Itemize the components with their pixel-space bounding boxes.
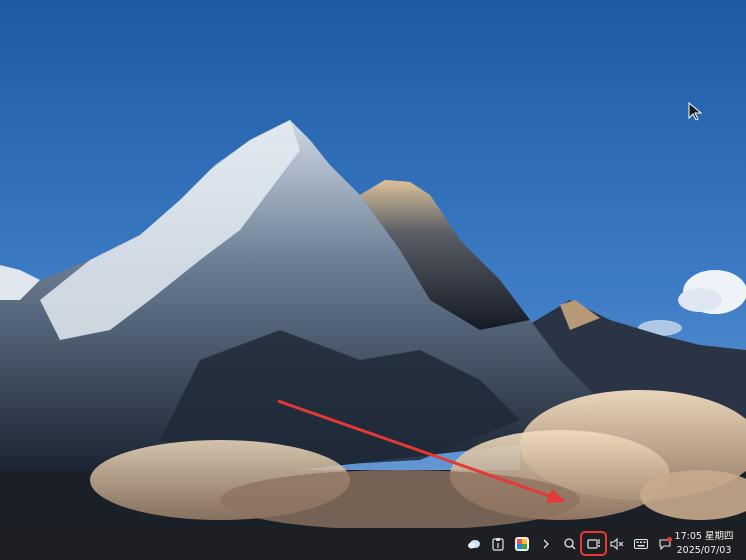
notification-icon[interactable] [655,534,675,554]
app-store-icon[interactable] [512,534,532,554]
desktop[interactable] [0,0,746,528]
taskbar: 17:05 星期四 2025/07/03 [0,528,746,560]
mountain-wallpaper [0,0,746,528]
clipboard-icon[interactable] [488,534,508,554]
notification-badge [667,537,672,542]
mouse-cursor-icon [688,102,703,121]
clock-time-day: 17:05 星期四 [674,531,734,542]
expand-chevron-icon[interactable] [536,534,556,554]
clock[interactable]: 17:05 星期四 2025/07/03 [674,530,734,558]
screen-record-icon[interactable] [584,534,604,554]
keyboard-icon[interactable] [631,534,651,554]
weather-cloud-icon[interactable] [464,534,484,554]
volume-muted-icon[interactable] [607,534,627,554]
clock-date: 2025/07/03 [676,545,732,556]
search-icon[interactable] [560,534,580,554]
